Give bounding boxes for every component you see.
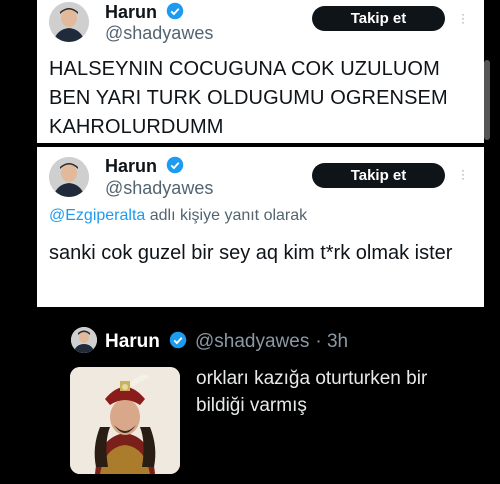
display-name[interactable]: Harun	[105, 331, 187, 353]
display-name[interactable]: Harun	[105, 156, 184, 177]
tweet-card[interactable]: Harun @shadyawes Takip et · · · @Ezgiperal…	[37, 147, 484, 307]
verified-badge-icon	[166, 2, 184, 20]
tweet-text: HALSEYNIN COCUGUNA COK UZULUOM BEN YARI …	[49, 58, 448, 138]
display-name-text: Harun	[105, 156, 158, 176]
avatar[interactable]	[49, 157, 89, 197]
tweet-card-dark[interactable]: Harun @shadyawes · 3h orkları kazığa otur…	[55, 312, 495, 484]
reply-mention-link[interactable]: @Ezgiperalta	[49, 207, 145, 224]
tweet-text: sanki cok guzel bir sey aq kim t*rk olma…	[49, 242, 453, 264]
display-name-text: Harun	[105, 2, 158, 22]
handle[interactable]: @shadyawes	[105, 178, 213, 199]
display-name[interactable]: Harun	[105, 2, 184, 23]
portrait-image	[70, 367, 180, 474]
follow-button[interactable]: Takip et	[312, 6, 445, 31]
tweet-image[interactable]	[70, 367, 180, 474]
follow-button[interactable]: Takip et	[312, 163, 445, 188]
display-name-text: Harun	[105, 331, 160, 352]
timestamp[interactable]: · 3h	[315, 331, 348, 352]
avatar[interactable]	[71, 327, 97, 353]
tweet-card[interactable]: Harun @shadyawes Takip et · · · HALSEYNIN …	[37, 0, 484, 143]
verified-badge-icon	[169, 331, 187, 349]
more-options-icon[interactable]: · · ·	[459, 164, 467, 184]
reply-suffix: adlı kişiye yanıt olarak	[145, 207, 308, 224]
more-options-icon[interactable]: · · ·	[459, 8, 467, 28]
verified-badge-icon	[166, 156, 184, 174]
tweet-text: orkları kazığa oturturken bir bildiği va…	[196, 368, 428, 416]
scrollbar[interactable]	[484, 60, 490, 140]
reply-context: @Ezgiperalta adlı kişiye yanıt olarak	[49, 207, 307, 225]
handle-and-time: @shadyawes · 3h	[195, 331, 348, 353]
handle[interactable]: @shadyawes	[105, 23, 213, 44]
avatar[interactable]	[49, 2, 89, 42]
handle[interactable]: @shadyawes	[195, 331, 309, 352]
